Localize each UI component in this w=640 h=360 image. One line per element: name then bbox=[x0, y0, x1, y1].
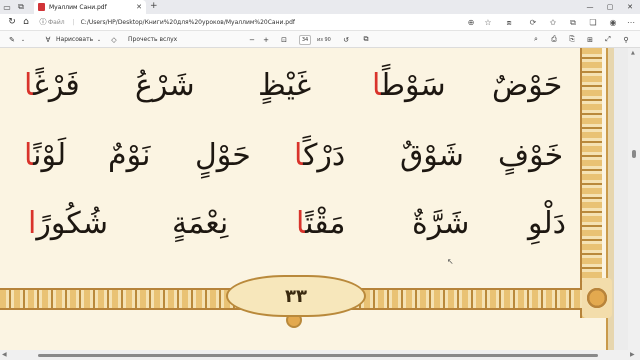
tab-strip: ▭ ⧉ Муаллим Сани.pdf ✕ + — ▢ ✕ bbox=[0, 0, 640, 14]
word-text: نِعْمَةٍ bbox=[172, 206, 229, 241]
favorite-star-icon[interactable]: ☆ bbox=[481, 14, 495, 31]
minimize-button[interactable]: — bbox=[580, 0, 600, 14]
pdf-viewer[interactable]: ٣٣ حَوْضٌ سَوْطًا غَيْظٍ شَرْعُ فَرْغًا … bbox=[0, 48, 640, 360]
fullscreen-icon[interactable]: ⤢ bbox=[602, 31, 614, 48]
word-suffix-red: ا bbox=[294, 138, 304, 173]
split-screen-icon[interactable]: ⧈ bbox=[502, 14, 516, 31]
page-number-input[interactable]: 34 bbox=[299, 35, 311, 45]
tab-title: Муаллим Сани.pdf bbox=[49, 3, 107, 11]
word-r0-1: سَوْطًا bbox=[372, 68, 446, 103]
word-text: دَرْكً bbox=[303, 138, 346, 173]
navigation-bar: ↻ ⌂ ⓘ Файл | C:/Users/HP/Desktop/Книги%2… bbox=[0, 14, 640, 31]
page-count: из 90 bbox=[317, 36, 331, 43]
rotate-icon[interactable]: ↺ bbox=[340, 31, 352, 48]
draw-label[interactable]: Нарисовать bbox=[56, 31, 93, 48]
word-r2-4: شُكُورًا bbox=[28, 206, 108, 241]
horizontal-scroll-thumb[interactable] bbox=[38, 354, 598, 357]
word-text: حَوْضٌ bbox=[492, 68, 563, 103]
pdf-file-icon bbox=[38, 3, 45, 11]
zoom-out-button[interactable]: − bbox=[246, 31, 258, 48]
word-text: فَرْغً bbox=[33, 68, 80, 103]
pin-toolbar-icon[interactable]: ⚲ bbox=[620, 31, 632, 48]
vertical-scroll-thumb[interactable] bbox=[632, 150, 636, 158]
page-view-icon[interactable]: ⧉ bbox=[360, 31, 372, 48]
address-bar[interactable]: ⓘ Файл | C:/Users/HP/Desktop/Книги%20для… bbox=[38, 15, 456, 29]
word-r1-3: حَوْلٍ bbox=[195, 138, 251, 173]
favorites-icon[interactable]: ✩ bbox=[546, 14, 560, 31]
info-icon[interactable]: ⓘ bbox=[38, 17, 48, 27]
read-aloud-button[interactable]: Прочесть вслух bbox=[128, 31, 177, 48]
highlight-dropdown-icon[interactable]: ⌄ bbox=[18, 31, 28, 48]
word-r0-0: حَوْضٌ bbox=[492, 68, 562, 103]
scroll-left-icon[interactable]: ◀ bbox=[2, 351, 7, 358]
address-url[interactable]: C:/Users/HP/Desktop/Книги%20для%20уроков… bbox=[81, 19, 295, 26]
collections-icon[interactable]: ⧉ bbox=[566, 14, 580, 31]
draw-icon[interactable]: ∀ bbox=[42, 31, 54, 48]
maximize-button[interactable]: ▢ bbox=[600, 0, 620, 14]
page-number-medallion: ٣٣ bbox=[226, 275, 366, 317]
scroll-right-icon[interactable]: ▶ bbox=[630, 351, 635, 358]
word-r0-4: فَرْغًا bbox=[24, 68, 80, 103]
vertical-scrollbar[interactable]: ▲ bbox=[628, 48, 640, 350]
word-r2-3: نِعْمَةٍ bbox=[172, 206, 228, 241]
word-suffix-red: ا bbox=[24, 138, 34, 173]
word-r1-0: خَوْفٍ bbox=[498, 138, 563, 173]
tab-active[interactable]: Муаллим Сани.pdf ✕ bbox=[34, 0, 146, 14]
word-r2-1: شَرَّةٌ bbox=[412, 206, 469, 241]
word-text: خَوْفٍ bbox=[498, 138, 564, 173]
mouse-cursor-icon: ↖ bbox=[447, 257, 454, 266]
refresh-tab-icon[interactable]: ⟳ bbox=[526, 14, 540, 31]
save-as-icon[interactable]: ⊞ bbox=[584, 31, 596, 48]
draw-dropdown-icon[interactable]: ⌄ bbox=[94, 31, 104, 48]
word-r0-3: شَرْعُ bbox=[135, 68, 195, 103]
word-r1-4: نَوْمٌ bbox=[108, 138, 150, 173]
zoom-page-icon[interactable]: ⊕ bbox=[464, 14, 478, 31]
word-text: شَرَّةٌ bbox=[412, 206, 470, 241]
erase-icon[interactable]: ◇ bbox=[108, 31, 120, 48]
ornament-corner bbox=[582, 278, 612, 318]
word-r1-1: شَوْقٌ bbox=[400, 138, 464, 173]
tab-close-button[interactable]: ✕ bbox=[136, 3, 142, 11]
word-text: شَوْقٌ bbox=[400, 138, 464, 173]
highlight-icon[interactable]: ✎ bbox=[6, 31, 18, 48]
search-icon[interactable]: ⌕ bbox=[530, 31, 542, 48]
word-r2-0: دَلْوِ bbox=[528, 206, 566, 241]
word-text: دَلْوِ bbox=[528, 206, 566, 241]
zoom-in-button[interactable]: + bbox=[260, 31, 272, 48]
extensions-icon[interactable]: ❏ bbox=[586, 14, 600, 31]
word-text: غَيْظٍ bbox=[258, 68, 312, 103]
horizontal-scrollbar[interactable]: ◀ ▶ bbox=[0, 350, 640, 360]
close-window-button[interactable]: ✕ bbox=[620, 0, 640, 14]
tab-actions-icon[interactable]: ⧉ bbox=[14, 0, 28, 14]
word-r1-2: دَرْكًا bbox=[294, 138, 345, 173]
word-text: شُكُورً bbox=[36, 206, 109, 241]
word-text: سَوْطً bbox=[381, 68, 446, 103]
word-text: شَرْعُ bbox=[135, 68, 195, 103]
word-suffix-red: ا bbox=[24, 68, 34, 103]
profile-icon[interactable]: ◉ bbox=[606, 14, 620, 31]
word-text: لَوْنً bbox=[33, 138, 67, 173]
word-suffix-red: ا bbox=[296, 206, 306, 241]
new-tab-button[interactable]: + bbox=[150, 1, 158, 11]
workspaces-icon[interactable]: ▭ bbox=[0, 0, 14, 14]
pdf-page: ٣٣ حَوْضٌ سَوْطًا غَيْظٍ شَرْعُ فَرْغًا … bbox=[0, 48, 614, 350]
word-r0-2: غَيْظٍ bbox=[258, 68, 311, 103]
print-icon[interactable]: ⎙ bbox=[548, 31, 560, 48]
word-text: نَوْمٌ bbox=[108, 138, 151, 173]
word-r2-2: مَقْتًا bbox=[296, 206, 345, 241]
pdf-toolbar: ✎ ⌄ ∀ Нарисовать ⌄ ◇ Прочесть вслух − + … bbox=[0, 31, 640, 48]
scroll-up-icon[interactable]: ▲ bbox=[631, 50, 635, 56]
page-number-text: ٣٣ bbox=[285, 285, 307, 307]
address-separator: | bbox=[72, 18, 75, 26]
save-icon[interactable]: ⎘ bbox=[566, 31, 578, 48]
word-r1-5: لَوْنًا bbox=[24, 138, 66, 173]
word-suffix-red: ا bbox=[372, 68, 382, 103]
word-text: حَوْلٍ bbox=[195, 138, 251, 173]
more-menu-icon[interactable]: ⋯ bbox=[624, 14, 638, 31]
file-scheme-label: Файл bbox=[48, 18, 65, 26]
fit-page-icon[interactable]: ⊡ bbox=[278, 31, 290, 48]
word-text: مَقْتً bbox=[305, 206, 346, 241]
home-icon[interactable]: ⌂ bbox=[18, 14, 34, 30]
